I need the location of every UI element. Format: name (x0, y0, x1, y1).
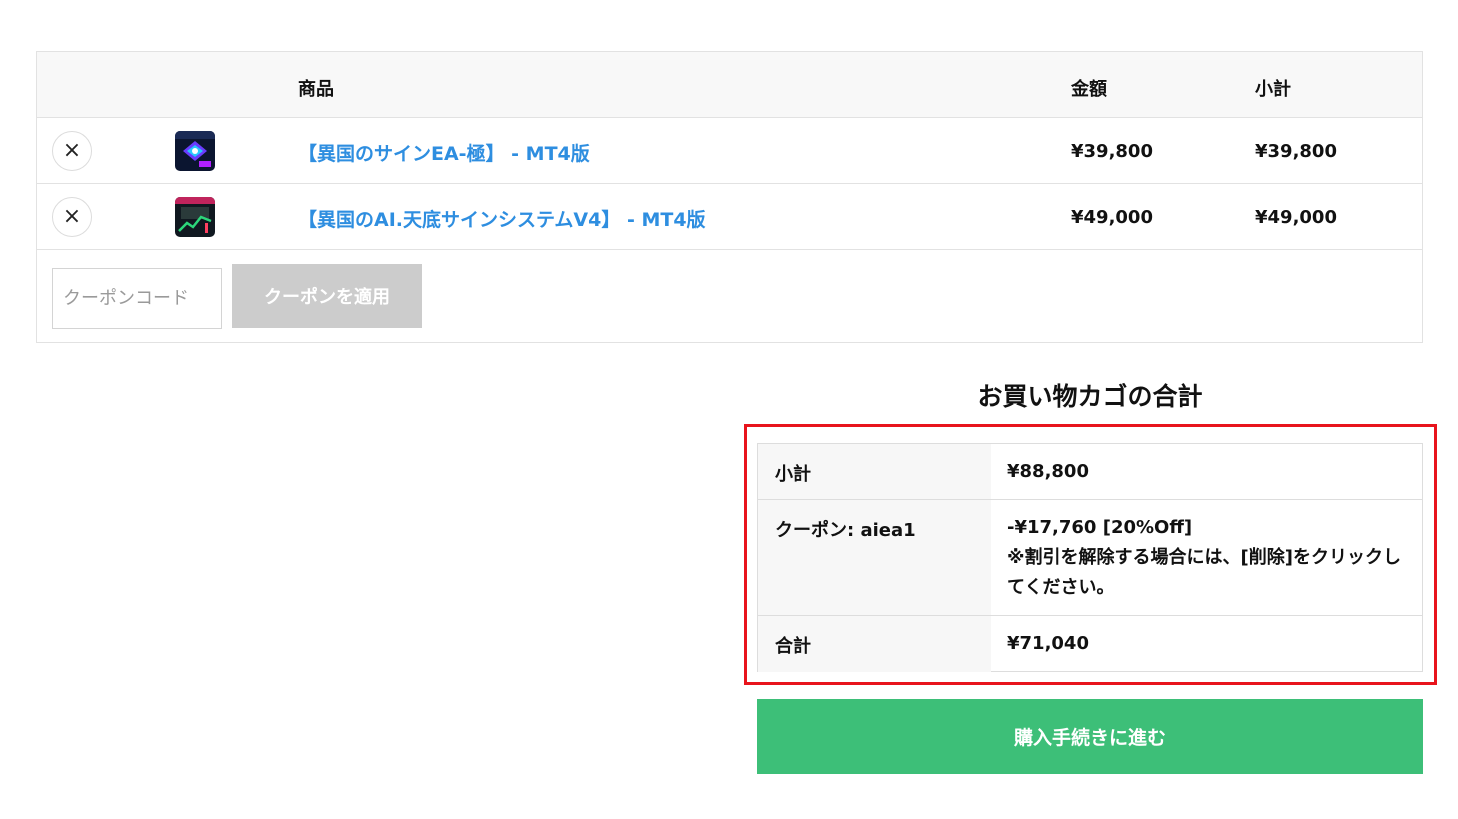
cart-table-header: 商品 金額 小計 (37, 52, 1422, 118)
totals-row-coupon: クーポン: aiea1 -¥17,760 [20%Off] ※割引を解除する場合… (758, 500, 1422, 616)
item-subtotal: ¥39,800 (1255, 141, 1337, 162)
product-link[interactable]: 【異国のAI.天底サインシステムV4】 - MT4版 (298, 205, 706, 232)
cart-totals-table: 小計 ¥88,800 クーポン: aiea1 -¥17,760 [20%Off]… (757, 443, 1423, 672)
item-subtotal: ¥49,000 (1255, 207, 1337, 228)
product-thumbnail[interactable] (175, 131, 215, 171)
header-subtotal: 小計 (1255, 79, 1291, 100)
product-image-ea-kiwami (175, 131, 215, 171)
coupon-value-cell: -¥17,760 [20%Off] ※割引を解除する場合には、[削除]をクリック… (991, 500, 1422, 615)
item-price: ¥39,800 (1071, 141, 1153, 162)
remove-item-button[interactable]: × (52, 131, 92, 171)
subtotal-value: ¥88,800 (1007, 461, 1089, 482)
total-label: 合計 (758, 616, 991, 672)
item-price: ¥49,000 (1071, 207, 1153, 228)
total-value: ¥71,040 (1007, 633, 1089, 654)
cart-table: 商品 金額 小計 × 【異国のサインEA-極】 - MT4版 ¥39,800 ¥… (36, 51, 1423, 343)
coupon-remove-note: ※割引を解除する場合には、[削除]をクリックしてください。 (1007, 547, 1401, 598)
coupon-discount-value: -¥17,760 [20%Off] (1007, 517, 1193, 538)
subtotal-label: 小計 (758, 444, 991, 499)
product-image-ai-tenzoko (175, 197, 215, 237)
coupon-code-input[interactable] (52, 268, 222, 329)
proceed-to-checkout-button[interactable]: 購入手続きに進む (757, 699, 1423, 774)
remove-item-button[interactable]: × (52, 197, 92, 237)
cart-item-row: × 【異国のAI.天底サインシステムV4】 - MT4版 ¥49,000 ¥49… (37, 184, 1422, 250)
close-icon: × (62, 204, 82, 229)
totals-row-subtotal: 小計 ¥88,800 (758, 444, 1422, 500)
totals-row-total: 合計 ¥71,040 (758, 616, 1422, 672)
header-product: 商品 (298, 79, 334, 100)
apply-coupon-button[interactable]: クーポンを適用 (232, 264, 422, 328)
coupon-label: クーポン: aiea1 (758, 500, 991, 615)
header-price: 金額 (1071, 79, 1107, 100)
cart-item-row: × 【異国のサインEA-極】 - MT4版 ¥39,800 ¥39,800 (37, 118, 1422, 184)
product-thumbnail[interactable] (175, 197, 215, 237)
close-icon: × (62, 138, 82, 163)
product-link[interactable]: 【異国のサインEA-極】 - MT4版 (298, 139, 590, 166)
cart-totals-title: お買い物カゴの合計 (977, 382, 1203, 411)
